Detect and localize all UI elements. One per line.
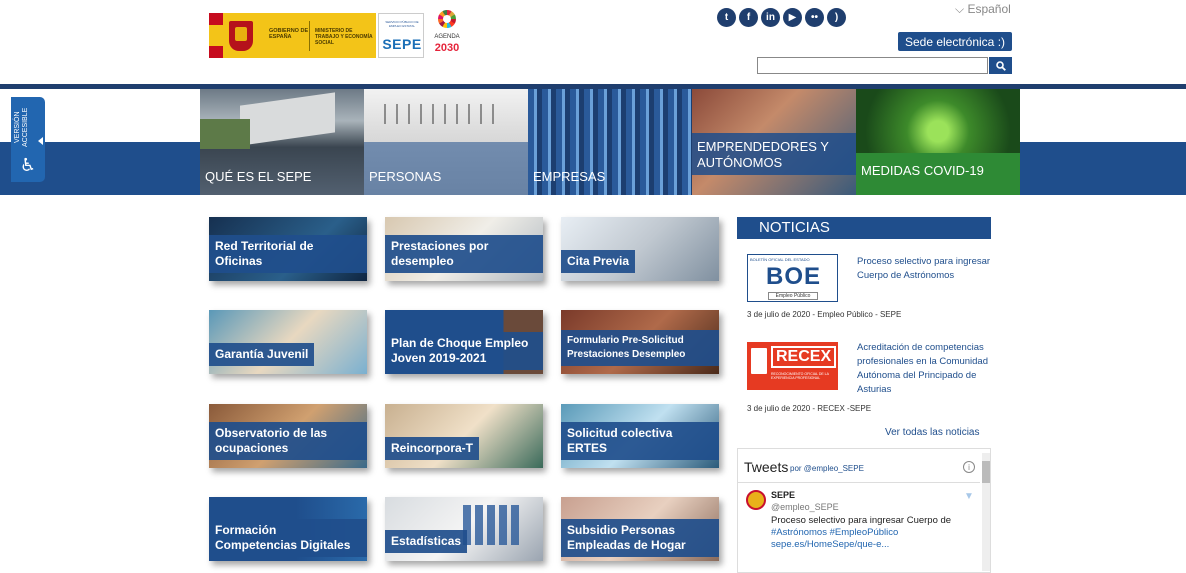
tweet-text: Proceso selectivo para ingresar Cuerpo d… bbox=[771, 515, 971, 551]
ministry-text: MINISTERIO DE TRABAJO Y ECONOMÍA SOCIAL bbox=[315, 28, 373, 46]
news-item-date: 3 de julio de 2020 - Empleo Público - SE… bbox=[747, 310, 902, 319]
recex-text: RECEX bbox=[771, 346, 837, 368]
search-input[interactable] bbox=[757, 57, 988, 74]
coat-of-arms-icon bbox=[229, 21, 253, 51]
tile-label: Garantía Juvenil bbox=[209, 343, 315, 366]
tile-formacion-digital[interactable]: Formación Competencias Digitales bbox=[209, 497, 367, 561]
tile-observatorio[interactable]: Observatorio de las ocupaciones bbox=[209, 404, 367, 468]
tweets-header: Tweets bbox=[744, 459, 789, 475]
nav-personas[interactable]: PERSONAS bbox=[364, 89, 528, 195]
news-item-date: 3 de julio de 2020 - RECEX -SEPE bbox=[747, 404, 872, 413]
tweet-author-handle[interactable]: @empleo_SEPE bbox=[771, 502, 839, 512]
tweets-divider bbox=[738, 482, 980, 483]
language-selector[interactable]: ⌵ Español bbox=[955, 2, 1011, 17]
social-links: t f in ▶ •• ) bbox=[717, 8, 846, 30]
tile-label: Cita Previa bbox=[561, 250, 636, 273]
language-label: Español bbox=[967, 2, 1011, 16]
search-icon bbox=[995, 60, 1006, 71]
tweet-author-name[interactable]: SEPE bbox=[771, 490, 795, 500]
tile-prestaciones[interactable]: Prestaciones por desempleo bbox=[385, 217, 543, 281]
tile-label: Subsidio Personas Empleadas de Hogar bbox=[561, 519, 719, 557]
tile-plan-de-choque[interactable]: Plan de Choque Empleo Joven 2019-2021 bbox=[385, 310, 543, 374]
nav-empresas[interactable]: EMPRESAS bbox=[528, 89, 692, 195]
tile-estadisticas[interactable]: Estadísticas bbox=[385, 497, 543, 561]
tile-subsidio-hogar[interactable]: Subsidio Personas Empleadas de Hogar bbox=[561, 497, 719, 561]
sdg-wheel-icon bbox=[438, 10, 456, 28]
chevron-down-icon: ⌵ bbox=[955, 2, 965, 16]
see-all-news-link[interactable]: Ver todas las noticias bbox=[885, 427, 980, 438]
accessible-version-tab[interactable]: VERSIÓN ACCESIBLE ♿ bbox=[11, 97, 45, 182]
scrollbar-thumb[interactable] bbox=[982, 461, 990, 483]
nav-label: MEDIDAS COVID-19 bbox=[856, 153, 1020, 195]
news-item-text[interactable]: Acreditación de competencias profesional… bbox=[857, 341, 992, 397]
tile-reincorpora-t[interactable]: Reincorpora-T bbox=[385, 404, 543, 468]
sepe-logo-subtitle: SERVICIO PÚBLICO DE EMPLEO ESTATAL bbox=[385, 20, 419, 28]
facebook-icon[interactable]: f bbox=[739, 8, 758, 27]
tile-label: Estadísticas bbox=[385, 530, 468, 553]
agenda-label: AGENDA bbox=[434, 34, 460, 40]
flickr-icon[interactable]: •• bbox=[805, 8, 824, 27]
people-image bbox=[384, 104, 504, 124]
gov-text: GOBIERNO DE ESPAÑA bbox=[269, 28, 309, 40]
sepe-logo-text: SEPE bbox=[382, 36, 422, 52]
nav-emprendedores[interactable]: EMPRENDEDORES Y AUTÓNOMOS bbox=[692, 89, 856, 195]
tile-garantia-juvenil[interactable]: Garantía Juvenil bbox=[209, 310, 367, 374]
nav-label: EMPRENDEDORES Y AUTÓNOMOS bbox=[692, 133, 856, 175]
document-icon bbox=[751, 348, 767, 374]
tile-label: Formación Competencias Digitales bbox=[209, 519, 367, 557]
boe-subtitle: Empleo Público bbox=[768, 292, 818, 300]
twitter-icon[interactable]: t bbox=[717, 8, 736, 27]
tile-label: Reincorpora-T bbox=[385, 437, 480, 460]
tweet-body: Proceso selectivo para ingresar Cuerpo d… bbox=[771, 515, 952, 526]
nav-label: EMPRESAS bbox=[533, 169, 606, 184]
arrow-left-icon bbox=[38, 137, 43, 145]
info-icon[interactable]: i bbox=[963, 461, 975, 473]
twitter-widget: Tweets por @empleo_SEPE i SEPE @empleo_S… bbox=[737, 448, 991, 573]
tile-label: Observatorio de las ocupaciones bbox=[209, 422, 367, 460]
tile-label: Prestaciones por desempleo bbox=[385, 235, 543, 273]
news-item-text[interactable]: Proceso selectivo para ingresar Cuerpo d… bbox=[857, 255, 992, 283]
government-logo[interactable]: GOBIERNO DE ESPAÑA MINISTERIO DE TRABAJO… bbox=[209, 13, 376, 58]
logo-divider bbox=[309, 21, 310, 51]
tile-label: Plan de Choque Empleo Joven 2019-2021 bbox=[385, 332, 543, 370]
accessibility-icon: ♿ bbox=[19, 155, 37, 175]
tweet-link[interactable]: sepe.es/HomeSepe/que-e... bbox=[771, 539, 971, 551]
tree-image bbox=[200, 119, 250, 149]
tile-label: Formulario Pre-Solicitud Prestaciones De… bbox=[561, 330, 719, 366]
rss-icon[interactable]: ) bbox=[827, 8, 846, 27]
news-title: NOTICIAS bbox=[737, 217, 991, 239]
agenda-year: 2030 bbox=[434, 42, 460, 54]
tweet-hashtags[interactable]: #Astrónomos #EmpleoPúblico bbox=[771, 527, 971, 539]
boe-text: BOE bbox=[765, 263, 821, 290]
linkedin-icon[interactable]: in bbox=[761, 8, 780, 27]
boe-caption: BOLETÍN OFICIAL DEL ESTADO bbox=[750, 257, 810, 262]
nav-que-es-el-sepe[interactable]: QUÉ ES EL SEPE bbox=[200, 89, 364, 195]
sepe-logo[interactable]: SERVICIO PÚBLICO DE EMPLEO ESTATAL SEPE bbox=[378, 13, 424, 58]
search-button[interactable] bbox=[989, 57, 1012, 74]
sede-electronica-button[interactable]: Sede electrónica :) bbox=[898, 32, 1012, 51]
avatar[interactable] bbox=[746, 490, 766, 510]
youtube-icon[interactable]: ▶ bbox=[783, 8, 802, 27]
tweets-by[interactable]: por @empleo_SEPE bbox=[790, 464, 864, 473]
tile-formulario-pre-solicitud[interactable]: Formulario Pre-Solicitud Prestaciones De… bbox=[561, 310, 719, 374]
tile-cita-previa[interactable]: Cita Previa bbox=[561, 217, 719, 281]
site-header: GOBIERNO DE ESPAÑA MINISTERIO DE TRABAJO… bbox=[0, 0, 1186, 84]
nav-label: PERSONAS bbox=[369, 169, 442, 184]
recex-image[interactable]: RECEX RECONOCIMIENTO OFICIAL DE LA EXPER… bbox=[747, 342, 838, 390]
agenda-2030-logo[interactable]: AGENDA 2030 bbox=[428, 10, 466, 60]
boe-image[interactable]: BOLETÍN OFICIAL DEL ESTADO BOE Empleo Pú… bbox=[747, 254, 838, 302]
tile-label: Solicitud colectiva ERTES bbox=[561, 422, 719, 460]
recex-caption: RECONOCIMIENTO OFICIAL DE LA EXPERIENCIA… bbox=[771, 372, 829, 380]
tile-solicitud-ertes[interactable]: Solicitud colectiva ERTES bbox=[561, 404, 719, 468]
twitter-bird-icon: ▼ bbox=[964, 491, 974, 502]
bar-chart-image bbox=[463, 505, 523, 545]
nav-label: QUÉ ES EL SEPE bbox=[205, 169, 312, 184]
spain-flag-icon bbox=[209, 13, 223, 58]
tile-label: Red Territorial de Oficinas bbox=[209, 235, 367, 273]
nav-covid[interactable]: MEDIDAS COVID-19 bbox=[856, 89, 1020, 195]
tile-red-territorial[interactable]: Red Territorial de Oficinas bbox=[209, 217, 367, 281]
building-image bbox=[240, 92, 335, 146]
